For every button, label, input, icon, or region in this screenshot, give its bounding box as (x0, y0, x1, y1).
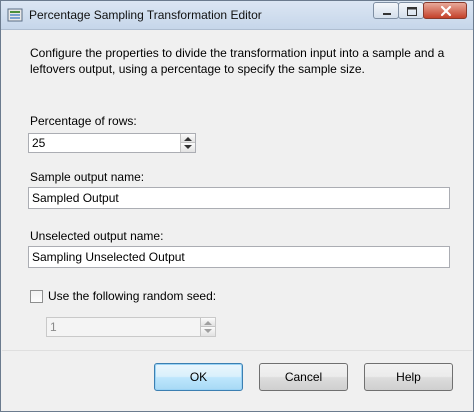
unselected-output-label: Unselected output name: (30, 229, 164, 243)
minimize-button[interactable] (373, 2, 399, 19)
maximize-icon (407, 7, 417, 16)
help-button[interactable]: Help (364, 363, 453, 391)
arrow-up-icon (184, 137, 192, 141)
title-bar[interactable]: Percentage Sampling Transformation Edito… (1, 1, 473, 30)
arrow-down-icon (184, 145, 192, 149)
sample-output-label: Sample output name: (30, 170, 145, 184)
arrow-up-icon (204, 321, 212, 325)
sample-output-field[interactable]: Sampled Output (28, 187, 450, 209)
random-seed-value: 1 (50, 320, 57, 334)
random-seed-checkbox[interactable] (30, 290, 43, 303)
minimize-icon (383, 13, 391, 15)
cancel-button[interactable]: Cancel (259, 363, 348, 391)
arrow-down-icon (204, 329, 212, 333)
seed-spin-down-button (200, 327, 215, 336)
ok-button[interactable]: OK (154, 363, 243, 391)
footer-divider (2, 350, 472, 351)
spinner-arrows (180, 134, 195, 152)
seed-spin-up-button (200, 318, 215, 327)
dialog-window: Percentage Sampling Transformation Edito… (0, 0, 474, 412)
description-text: Configure the properties to divide the t… (30, 46, 445, 76)
unselected-output-field[interactable]: Sampling Unselected Output (28, 246, 450, 268)
percentage-label: Percentage of rows: (30, 114, 137, 128)
percentage-spin-up-button[interactable] (180, 134, 195, 143)
percentage-value[interactable]: 25 (32, 136, 45, 150)
random-seed-label[interactable]: Use the following random seed: (48, 289, 216, 303)
transformation-icon (7, 7, 23, 23)
close-icon (440, 5, 452, 17)
percentage-spin-down-button[interactable] (180, 143, 195, 152)
close-button[interactable] (423, 2, 467, 19)
dialog-client-area (2, 30, 472, 410)
spinner-arrows (200, 318, 215, 336)
random-seed-spinbox: 1 (46, 317, 216, 337)
maximize-button[interactable] (398, 2, 424, 19)
window-title: Percentage Sampling Transformation Edito… (29, 8, 262, 22)
percentage-spinbox[interactable]: 25 (28, 133, 196, 153)
